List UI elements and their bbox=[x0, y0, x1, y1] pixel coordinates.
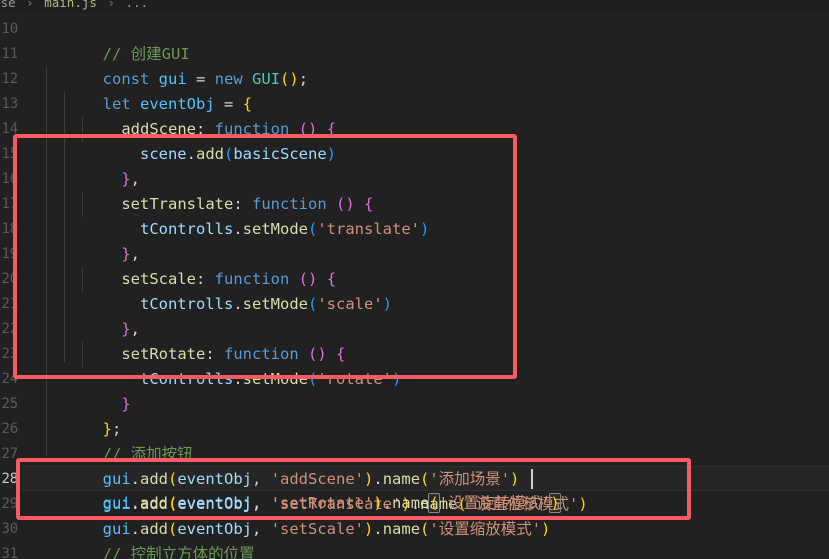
bracket-match-open: ( bbox=[428, 493, 440, 513]
code-line-setrotate-decl[interactable]: setRotate: function () { bbox=[0, 317, 829, 363]
code-line-comment-control-cube[interactable]: // 控制立方体的位置 bbox=[0, 517, 829, 559]
token-method-add: add bbox=[140, 494, 168, 512]
code-line-settranslate-decl[interactable]: setTranslate: function () { bbox=[0, 167, 829, 213]
code-line-close-object[interactable]: }; bbox=[0, 392, 829, 438]
breadcrumb-project[interactable]: eBase bbox=[0, 0, 16, 10]
token-string-cn-rotate-mode: '设置旋转模式' bbox=[438, 494, 551, 512]
code-line-close-brace-last[interactable]: } bbox=[0, 367, 829, 413]
code-editor-window: eBase › main.js › ... 9 10 11 12 13 14 1… bbox=[0, 0, 829, 559]
breadcrumb-symbol[interactable]: ... bbox=[126, 0, 149, 10]
code-line-const-gui[interactable]: const gui = new GUI(); bbox=[0, 42, 829, 88]
bracket-match-close: ) bbox=[549, 493, 561, 513]
code-line-gui-add-setrotate-active[interactable]: gui.add(eventObj, 'setRotate').name('设置旋… bbox=[0, 466, 829, 513]
token-identifier-gui: gui bbox=[102, 494, 131, 512]
code-line-close-brace[interactable]: }, bbox=[0, 142, 829, 188]
code-line-comment-commented-gui-add[interactable]: // gui.add(cube.position, "x", -5, 5).na… bbox=[0, 542, 829, 559]
breadcrumb-separator-2: › bbox=[107, 0, 115, 10]
code-line-comment-create-gui[interactable]: // 创建GUI bbox=[0, 17, 829, 63]
code-line-setmode-translate[interactable]: tControlls.setMode('translate') bbox=[0, 192, 829, 238]
code-line-setmode-rotate[interactable]: tControlls.setMode('rotate') bbox=[0, 342, 829, 388]
code-line-let-eventobj[interactable]: let eventObj = { bbox=[0, 67, 829, 113]
code-line-scene-add[interactable]: scene.add(basicScene) bbox=[0, 117, 829, 163]
code-line-close-brace[interactable]: }, bbox=[0, 217, 829, 263]
code-line-comment-add-button[interactable]: // 添加按钮 bbox=[0, 417, 829, 463]
token-method-name: name bbox=[392, 494, 430, 512]
code-text-area[interactable]: scene.add(tControlls) // 创建GUI const gui… bbox=[0, 0, 829, 559]
code-line-gui-add-addscene[interactable]: gui.add(eventObj, 'addScene').name('添加场景… bbox=[0, 442, 829, 488]
code-line-close-brace[interactable]: }, bbox=[0, 292, 829, 338]
token-string-setrotate: 'setRotate' bbox=[270, 494, 374, 512]
text-caret bbox=[531, 469, 533, 489]
code-line-setmode-scale[interactable]: tControlls.setMode('scale') bbox=[0, 267, 829, 313]
code-line-setscale-decl[interactable]: setScale: function () { bbox=[0, 242, 829, 288]
code-line-addscene-decl[interactable]: addScene: function () { bbox=[0, 92, 829, 138]
token-identifier-eventobj: eventObj bbox=[177, 494, 252, 512]
breadcrumb[interactable]: eBase › main.js › ... bbox=[0, 0, 829, 12]
breadcrumb-file[interactable]: main.js bbox=[44, 0, 97, 10]
editor-surface[interactable]: 9 10 11 12 13 14 15 16 17 18 19 20 21 22… bbox=[0, 0, 829, 559]
breadcrumb-separator-1: › bbox=[26, 0, 34, 10]
